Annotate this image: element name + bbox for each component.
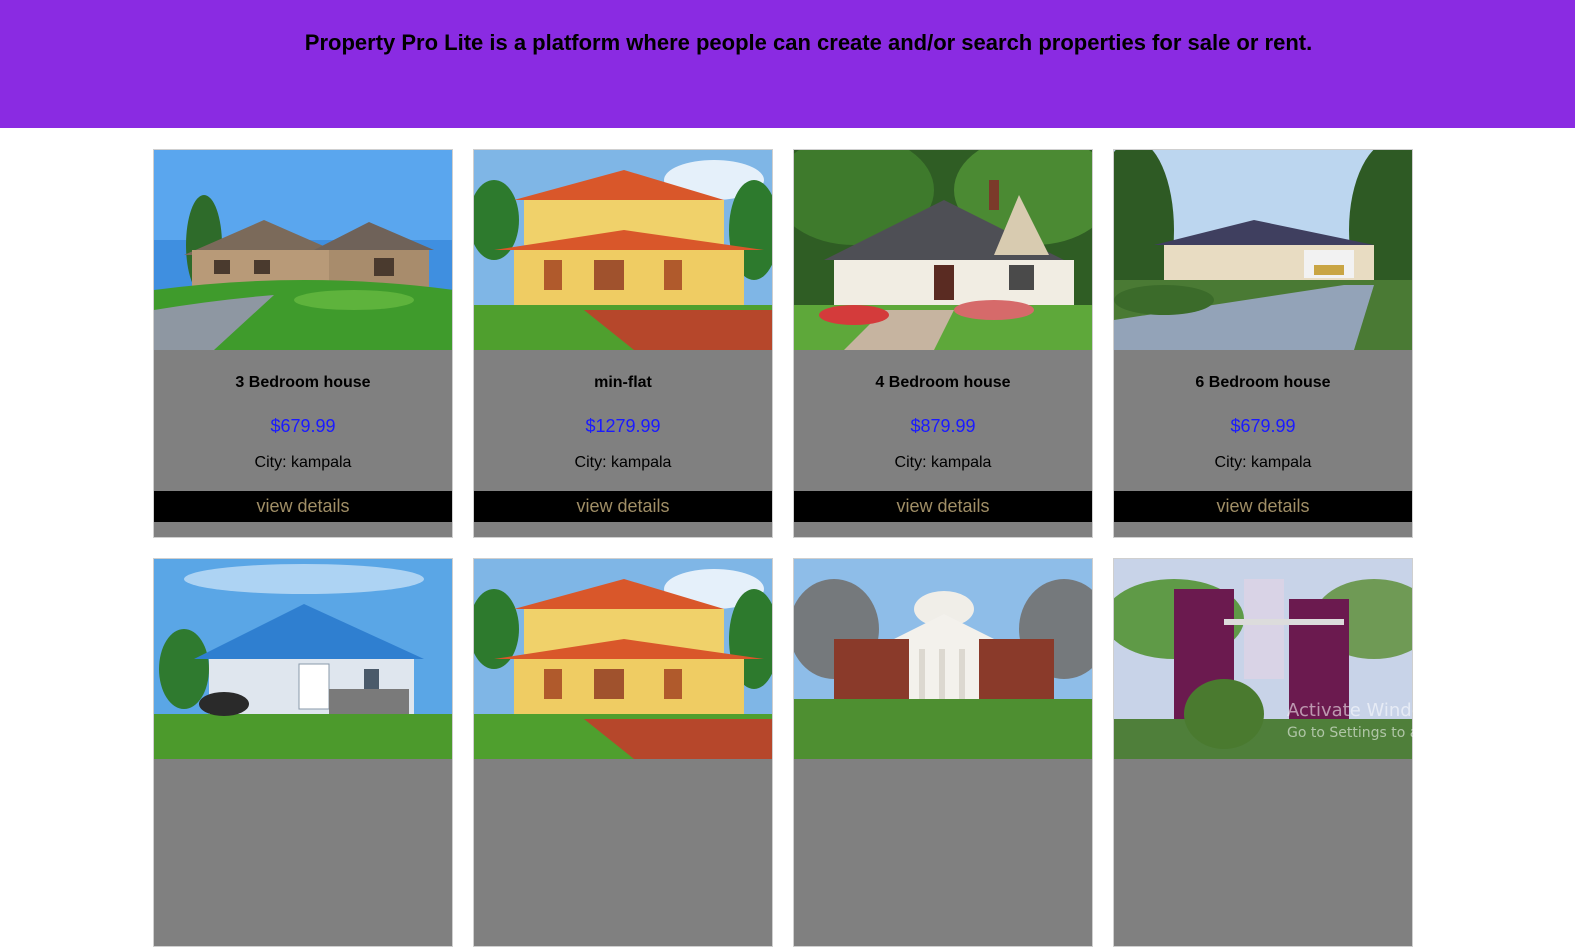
property-card <box>473 558 773 947</box>
property-price: $1279.99 <box>585 416 661 436</box>
property-city: City: kampala <box>574 454 672 471</box>
property-title: min-flat <box>594 374 652 391</box>
property-city: City: kampala <box>254 454 352 471</box>
view-details-button[interactable]: view details <box>794 491 1092 522</box>
page-tagline: Property Pro Lite is a platform where pe… <box>304 30 1313 55</box>
view-details-button[interactable]: view details <box>1114 491 1412 522</box>
watermark-title: Activate Windows <box>1287 700 1447 721</box>
property-photo[interactable] <box>154 559 452 759</box>
property-title: 6 Bedroom house <box>1195 374 1331 391</box>
property-card <box>153 558 453 947</box>
property-price: $679.99 <box>270 416 336 436</box>
property-title: 4 Bedroom house <box>875 374 1011 391</box>
header-banner: Property Pro Lite is a platform where pe… <box>0 0 1575 128</box>
property-photo[interactable] <box>474 559 772 759</box>
property-title: 3 Bedroom house <box>235 374 371 391</box>
property-card <box>793 558 1093 947</box>
property-photo[interactable] <box>794 150 1092 350</box>
property-price: $679.99 <box>1230 416 1296 436</box>
property-photo[interactable] <box>474 150 772 350</box>
property-card: 3 Bedroom house $679.99 City: kampala vi… <box>153 149 453 538</box>
property-photo[interactable] <box>154 150 452 350</box>
property-photo[interactable] <box>1114 150 1412 350</box>
property-card: min-flat $1279.99 City: kampala view det… <box>473 149 773 538</box>
property-photo[interactable] <box>794 559 1092 759</box>
view-details-button[interactable]: view details <box>474 491 772 522</box>
watermark-subtitle: Go to Settings to activate Windows. <box>1287 725 1538 741</box>
property-card: 6 Bedroom house $679.99 City: kampala vi… <box>1113 149 1413 538</box>
property-card <box>1113 558 1413 947</box>
property-card: 4 Bedroom house $879.99 City: kampala vi… <box>793 149 1093 538</box>
property-city: City: kampala <box>894 454 992 471</box>
activation-watermark: Activate Windows Go to Settings to activ… <box>1287 700 1538 741</box>
property-city: City: kampala <box>1214 454 1312 471</box>
property-price: $879.99 <box>910 416 976 436</box>
view-details-button[interactable]: view details <box>154 491 452 522</box>
